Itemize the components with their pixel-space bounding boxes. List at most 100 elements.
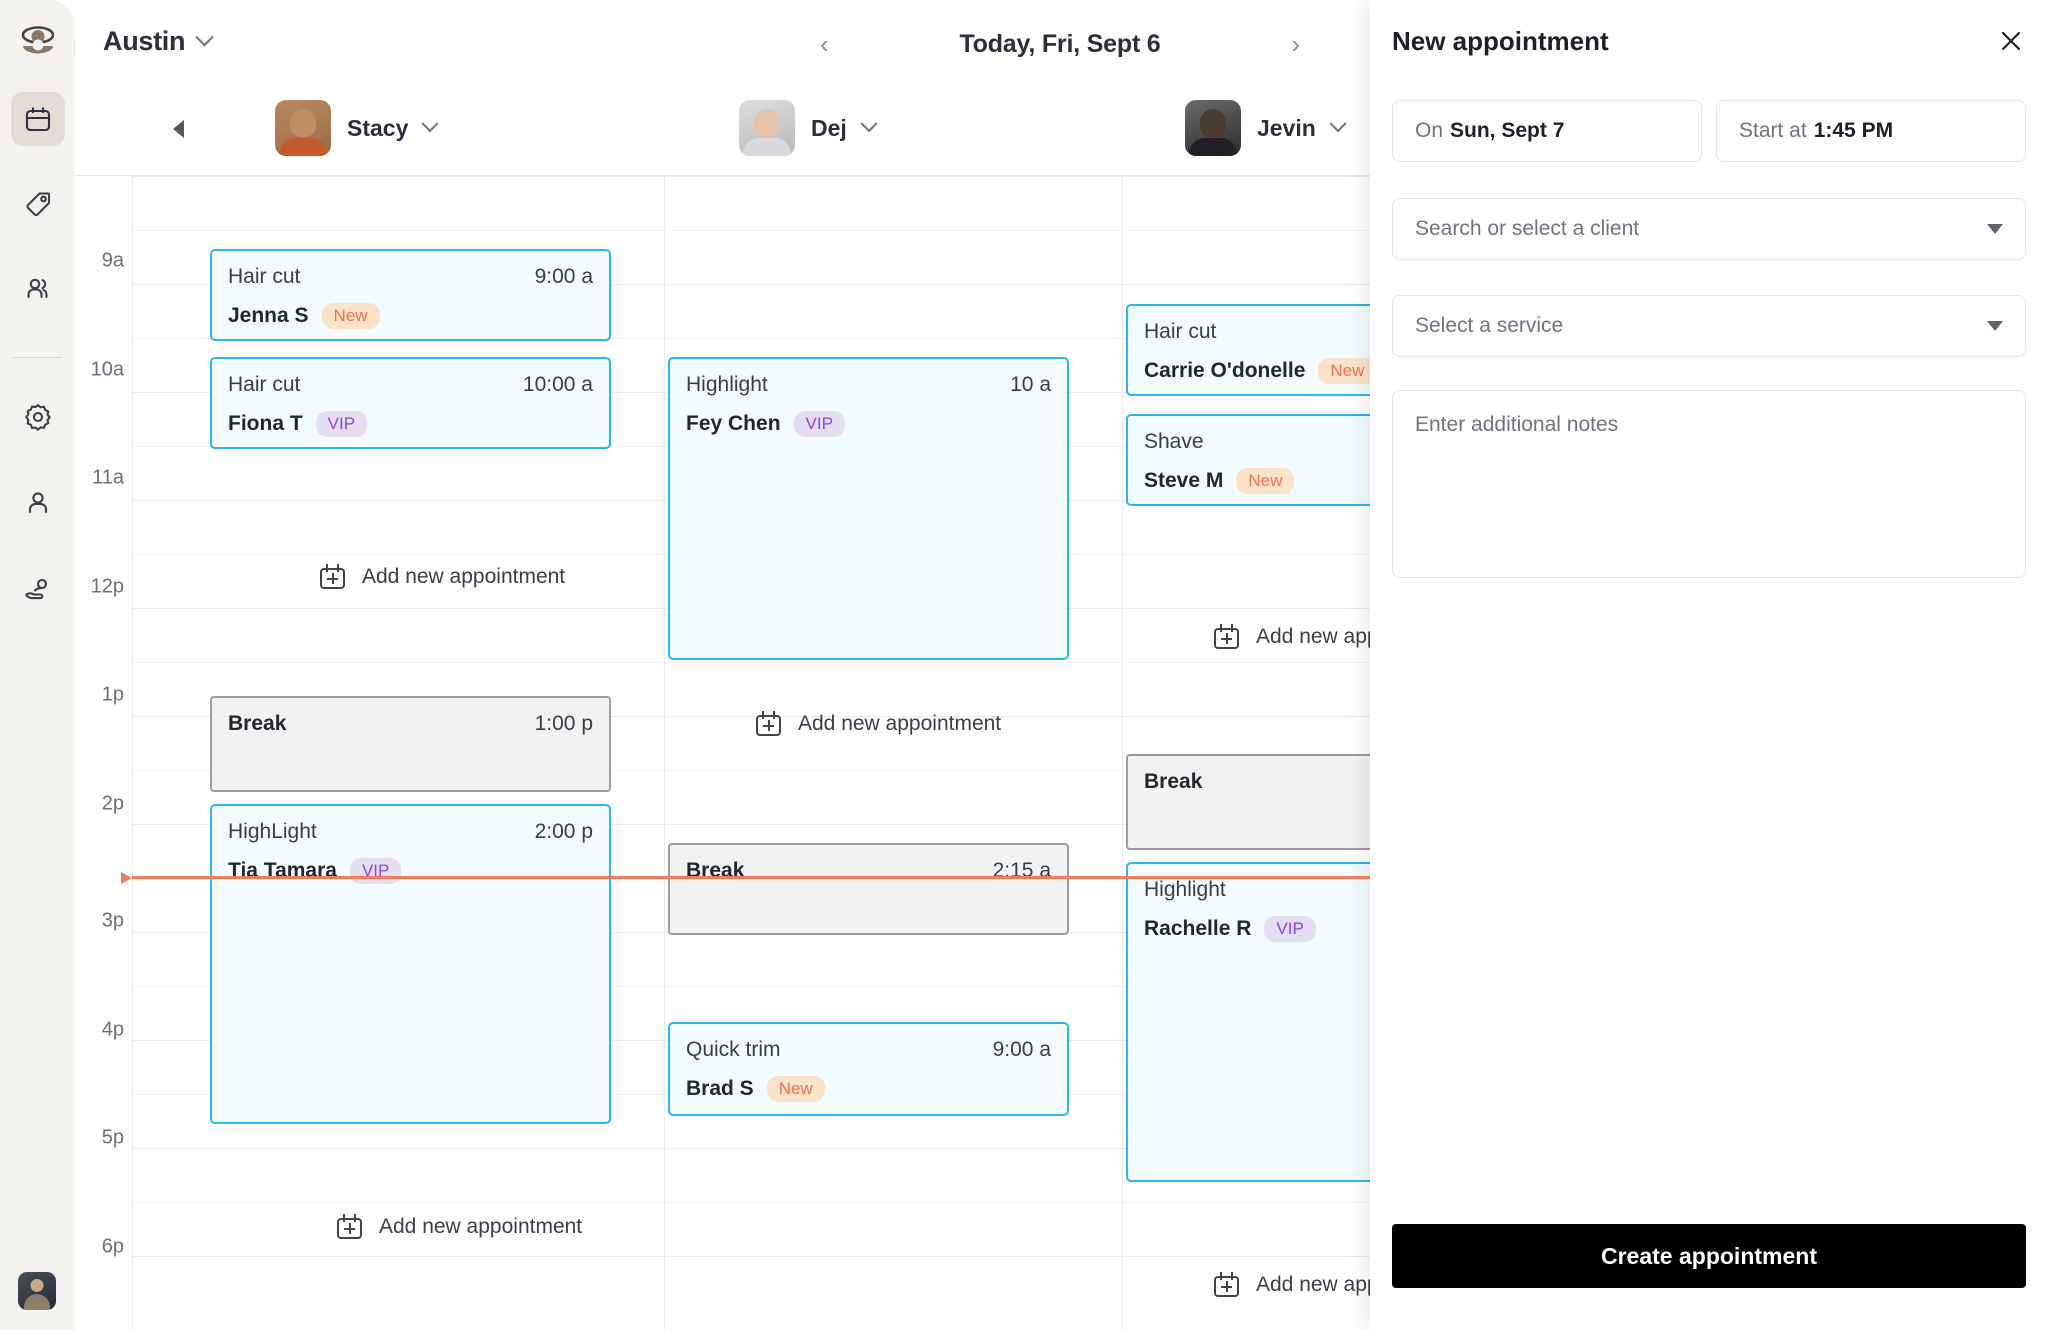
appointment-client: Fiona T bbox=[228, 412, 303, 435]
appointment-service: Hair cut bbox=[228, 265, 301, 288]
appointment-card[interactable]: HighLight 2:00 p Tia Tamara VIP bbox=[210, 804, 611, 1124]
appointment-card[interactable]: Shave Steve M New bbox=[1126, 414, 1370, 506]
staff-name: Dej bbox=[811, 114, 847, 141]
tag-icon bbox=[26, 192, 51, 217]
column-stacy[interactable]: Hair cut 9:00 a Jenna S New Hair cut 10:… bbox=[210, 176, 611, 1330]
appointment-time: 10 a bbox=[1010, 373, 1051, 396]
appointment-card[interactable]: Hair cut 10:00 a Fiona T VIP bbox=[210, 357, 611, 449]
appointment-card[interactable]: Quick trim 9:00 a Brad S New bbox=[668, 1022, 1069, 1116]
calendar-icon bbox=[25, 107, 51, 132]
avatar bbox=[275, 100, 331, 156]
back-triangle-icon[interactable] bbox=[173, 120, 184, 138]
prev-day-button[interactable]: ‹ bbox=[810, 31, 839, 57]
appointment-time: 9:00 a bbox=[992, 1038, 1051, 1061]
appointment-date-field[interactable]: On Sun, Sept 7 bbox=[1392, 100, 1702, 162]
gear-icon bbox=[24, 403, 52, 431]
add-new-appointment-button[interactable]: Add new appointment bbox=[320, 564, 565, 589]
appointment-service: Shave bbox=[1144, 430, 1204, 453]
appointment-client: Brad S bbox=[686, 1077, 754, 1100]
add-new-appointment-button[interactable]: Add new appointment bbox=[1214, 1272, 1370, 1297]
status-badge: VIP bbox=[349, 858, 402, 884]
appointment-service: Highlight bbox=[1144, 878, 1226, 901]
calendar-grid[interactable]: 9a 10a 11a 12p 1p 2p 3p 4p 5p 6p 6p Hair… bbox=[75, 176, 1370, 1330]
break-block[interactable]: Break 1:00 p bbox=[210, 696, 611, 792]
appointment-card[interactable]: Highlight 10 a Fey Chen VIP bbox=[668, 357, 1069, 660]
hand-user-icon bbox=[25, 578, 48, 600]
time-label: 9a bbox=[101, 249, 124, 272]
add-new-appointment-label: Add new appointment bbox=[1256, 624, 1370, 648]
break-block[interactable]: Break bbox=[1126, 754, 1370, 850]
chevron-down-icon[interactable] bbox=[860, 115, 878, 133]
sidebar-item-settings[interactable] bbox=[11, 390, 65, 444]
close-panel-button[interactable] bbox=[1996, 26, 2026, 56]
calendar-plus-icon bbox=[1214, 1272, 1239, 1297]
notes-textarea[interactable]: Enter additional notes bbox=[1392, 390, 2026, 578]
time-label: 12p bbox=[90, 575, 124, 598]
chevron-down-icon bbox=[1987, 224, 2003, 234]
appointment-client: Tia Tamara bbox=[228, 859, 337, 882]
scheduler-logo-icon bbox=[21, 26, 54, 54]
appointment-card[interactable]: Highlight 1:00 PM Rachelle R VIP bbox=[1126, 862, 1370, 1182]
appointment-card[interactable]: Hair cut 9:00 a Jenna S New bbox=[210, 249, 611, 341]
add-new-appointment-button[interactable]: Add new appointment bbox=[1214, 624, 1370, 649]
break-label: Break bbox=[1144, 770, 1203, 793]
chevron-down-icon bbox=[195, 28, 214, 47]
rail-divider bbox=[13, 357, 62, 358]
notes-placeholder: Enter additional notes bbox=[1415, 413, 1619, 436]
staff-header-stacy[interactable]: Stacy bbox=[275, 100, 439, 156]
calendar-plus-icon bbox=[756, 711, 781, 736]
left-nav-rail: » bbox=[0, 0, 96, 1330]
sidebar-item-staff[interactable] bbox=[11, 562, 65, 616]
break-time: 2:15 a bbox=[992, 859, 1051, 882]
sidebar-item-clients[interactable] bbox=[11, 262, 65, 316]
break-label: Break bbox=[228, 712, 287, 735]
sidebar-item-pricing[interactable] bbox=[11, 177, 65, 231]
appointment-time-field[interactable]: Start at 1:45 PM bbox=[1716, 100, 2026, 162]
chevron-down-icon[interactable] bbox=[421, 115, 439, 133]
time-prefix-label: Start at bbox=[1739, 119, 1807, 142]
sidebar-item-calendar[interactable] bbox=[11, 92, 65, 146]
avatar bbox=[739, 100, 795, 156]
page-title: Today, Fri, Sept 6 bbox=[959, 29, 1161, 58]
staff-name: Jevin bbox=[1257, 114, 1316, 141]
calendar-plus-icon bbox=[320, 564, 345, 589]
app-root: » bbox=[0, 0, 2048, 1330]
status-badge: New bbox=[1236, 468, 1295, 494]
column-dej[interactable]: Highlight 10 a Fey Chen VIP Add new appo… bbox=[668, 176, 1069, 1330]
appointment-service: Hair cut bbox=[228, 373, 301, 396]
next-day-button[interactable]: › bbox=[1281, 31, 1310, 57]
calendar-area: Stacy Dej Jevin 9a 10a 11a 12p 1p 2p 3p … bbox=[75, 84, 1370, 1330]
staff-header-dej[interactable]: Dej bbox=[739, 100, 878, 156]
sidebar-item-profile[interactable] bbox=[11, 476, 65, 530]
current-time-indicator bbox=[121, 871, 1370, 884]
location-selector[interactable]: Austin bbox=[103, 26, 214, 57]
appointment-card[interactable]: Hair cut Carrie O'donelle New bbox=[1126, 304, 1370, 396]
appointment-time: 9:00 a bbox=[534, 265, 593, 288]
staff-header-jevin[interactable]: Jevin bbox=[1185, 100, 1347, 156]
staff-column-headers: Stacy Dej Jevin bbox=[75, 84, 1370, 176]
column-jevin[interactable]: Hair cut Carrie O'donelle New Shave Stev… bbox=[1126, 176, 1370, 1330]
add-new-appointment-label: Add new appointment bbox=[379, 1214, 583, 1238]
chevron-down-icon bbox=[1987, 321, 2003, 331]
close-icon bbox=[2001, 31, 2021, 51]
add-new-appointment-button[interactable]: Add new appointment bbox=[337, 1214, 582, 1239]
add-new-appointment-button[interactable]: Add new appointment bbox=[756, 711, 1001, 736]
service-select[interactable]: Select a service bbox=[1392, 295, 2026, 357]
appointment-client: Fey Chen bbox=[686, 412, 781, 435]
break-block[interactable]: Break 2:15 a bbox=[668, 843, 1069, 935]
status-badge: VIP bbox=[1264, 916, 1316, 942]
location-label: Austin bbox=[103, 26, 186, 56]
appointment-service: HighLight bbox=[228, 820, 317, 843]
time-label: 1p bbox=[101, 683, 124, 706]
client-select[interactable]: Search or select a client bbox=[1392, 198, 2026, 260]
avatar-body bbox=[24, 1294, 50, 1310]
appointment-service: Quick trim bbox=[686, 1038, 781, 1061]
status-badge: VIP bbox=[793, 411, 845, 437]
avatar bbox=[1185, 100, 1241, 156]
break-time: 1:00 p bbox=[534, 712, 593, 735]
user-icon bbox=[28, 492, 48, 514]
rail-user-avatar[interactable] bbox=[18, 1272, 56, 1310]
chevron-down-icon[interactable] bbox=[1329, 115, 1347, 133]
clients-icon bbox=[27, 278, 48, 299]
create-appointment-button[interactable]: Create appointment bbox=[1392, 1224, 2026, 1288]
